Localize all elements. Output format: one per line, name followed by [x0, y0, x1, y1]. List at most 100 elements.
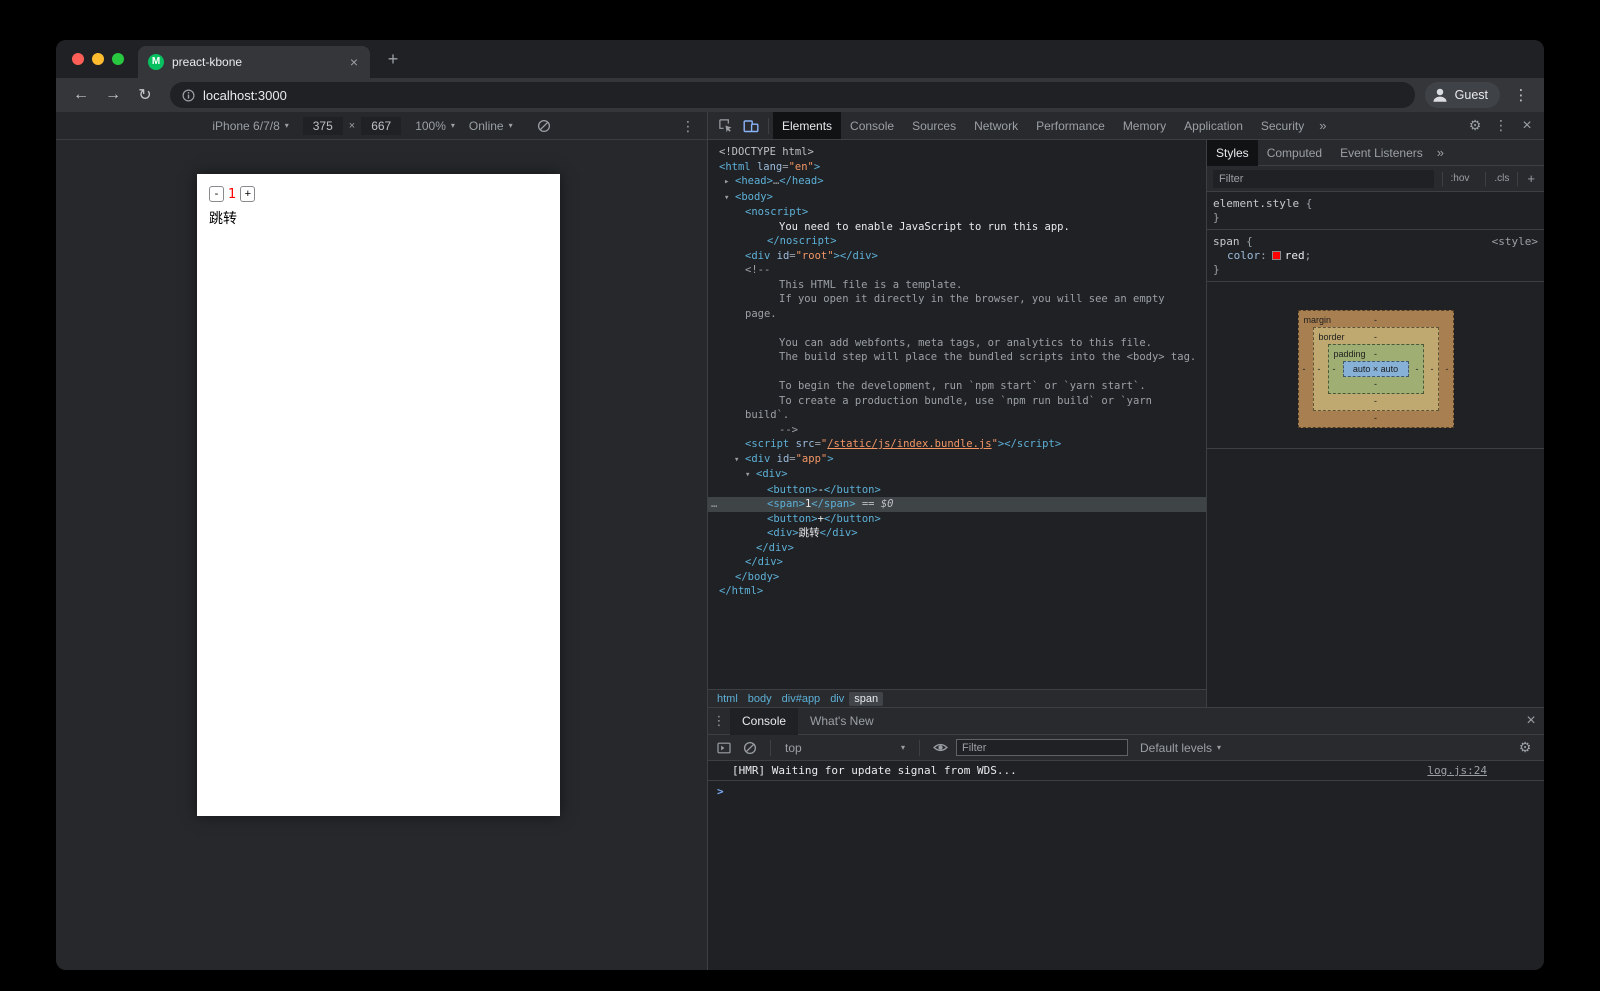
dom-tree-line[interactable]: You need to enable JavaScript to run thi…: [708, 220, 1206, 235]
padding-top-value[interactable]: -: [1374, 347, 1377, 361]
devtools-tab-application[interactable]: Application: [1175, 112, 1252, 139]
more-tabs-icon[interactable]: »: [1313, 118, 1332, 133]
log-source-link[interactable]: log.js:24: [1427, 764, 1544, 777]
viewport-width-input[interactable]: [303, 117, 343, 135]
increment-button[interactable]: +: [240, 186, 255, 202]
console-prompt[interactable]: >: [708, 781, 1544, 801]
device-type-select[interactable]: iPhone 6/7/8 ▾: [212, 119, 288, 133]
devtools-settings-gear-icon[interactable]: ⚙: [1462, 112, 1488, 139]
devtools-menu-icon[interactable]: ⋮: [1488, 112, 1514, 139]
live-expression-eye-icon[interactable]: [930, 734, 950, 761]
border-bottom-value[interactable]: -: [1374, 394, 1377, 408]
tab-close-icon[interactable]: ×: [348, 55, 360, 69]
new-style-rule-button[interactable]: +: [1517, 172, 1544, 186]
dom-tree-line[interactable]: If you open it directly in the browser, …: [708, 292, 1206, 307]
jump-link[interactable]: 跳转: [209, 208, 548, 228]
dom-tree-line[interactable]: -->: [708, 423, 1206, 438]
inspect-element-icon[interactable]: [712, 112, 738, 139]
dom-tree-line[interactable]: <button>-</button>: [708, 483, 1206, 498]
box-model-content[interactable]: auto × auto: [1343, 361, 1409, 377]
breadcrumb-item-div-app[interactable]: div#app: [777, 692, 826, 706]
network-throttle-select[interactable]: Online ▾: [469, 119, 513, 133]
dom-tree-line[interactable]: </html>: [708, 584, 1206, 599]
collapse-arrow-icon[interactable]: ▾: [745, 468, 756, 483]
dom-tree-line[interactable]: <!DOCTYPE html>: [708, 145, 1206, 160]
devtools-tab-sources[interactable]: Sources: [903, 112, 965, 139]
collapse-arrow-icon[interactable]: ▾: [724, 191, 735, 206]
dom-tree-line[interactable]: <div>跳转</div>: [708, 526, 1206, 541]
dom-tree-line-selected[interactable]: …<span>1</span> == $0: [708, 497, 1206, 512]
breadcrumb-item-span[interactable]: span: [849, 692, 883, 706]
device-toolbar-menu-icon[interactable]: ⋮: [681, 112, 695, 140]
drawer-close-icon[interactable]: ×: [1518, 708, 1544, 735]
css-property-name[interactable]: color: [1227, 249, 1260, 262]
toggle-hover-state-button[interactable]: :hov: [1442, 172, 1478, 186]
reload-icon[interactable]: ↻: [130, 81, 160, 109]
browser-menu-icon[interactable]: ⋮: [1508, 82, 1534, 108]
box-model-margin[interactable]: margin - - - - border - - - -: [1298, 310, 1454, 428]
padding-right-value[interactable]: -: [1416, 362, 1419, 376]
dom-tree-line[interactable]: You can add webfonts, meta tags, or anal…: [708, 336, 1206, 351]
new-tab-button[interactable]: +: [380, 46, 406, 72]
padding-left-value[interactable]: -: [1333, 362, 1336, 376]
forward-arrow-icon[interactable]: →: [98, 81, 128, 109]
console-sidebar-toggle-icon[interactable]: [714, 734, 734, 761]
breadcrumb-item-div[interactable]: div: [825, 692, 849, 706]
box-model-padding[interactable]: padding - - - - auto × auto: [1328, 344, 1424, 394]
browser-tab[interactable]: M preact-kbone ×: [138, 46, 370, 78]
rotate-icon[interactable]: [537, 119, 551, 133]
color-swatch[interactable]: [1272, 251, 1281, 260]
dom-tree-line[interactable]: ▸<head>…</head>: [708, 174, 1206, 190]
close-window-button[interactable]: [72, 53, 84, 65]
drawer-tab-what-s-new[interactable]: What's New: [798, 708, 886, 735]
console-settings-gear-icon[interactable]: ⚙: [1512, 734, 1538, 761]
dom-tree-line[interactable]: </div>: [708, 555, 1206, 570]
collapse-arrow-icon[interactable]: ▾: [734, 453, 745, 468]
devtools-tab-elements[interactable]: Elements: [773, 112, 841, 139]
padding-bottom-value[interactable]: -: [1374, 377, 1377, 391]
devtools-tab-console[interactable]: Console: [841, 112, 903, 139]
expand-arrow-icon[interactable]: ▸: [724, 175, 735, 190]
dom-tree-line[interactable]: <div id="root"></div>: [708, 249, 1206, 264]
decrement-button[interactable]: -: [209, 186, 224, 202]
style-rule-element[interactable]: element.style { }: [1207, 192, 1544, 230]
zoom-window-button[interactable]: [112, 53, 124, 65]
dom-tree-line[interactable]: <!--: [708, 263, 1206, 278]
dom-tree-line[interactable]: page.: [708, 307, 1206, 322]
dom-tree-line[interactable]: ▾<body>: [708, 190, 1206, 206]
styles-filter-input[interactable]: [1213, 170, 1434, 188]
dom-tree-line[interactable]: ▾<div id="app">: [708, 452, 1206, 468]
execution-context-select[interactable]: top ▾: [781, 741, 909, 755]
console-filter-input[interactable]: [956, 739, 1128, 756]
log-levels-select[interactable]: Default levels ▾: [1134, 741, 1227, 755]
css-property-value[interactable]: red: [1285, 249, 1305, 262]
breadcrumb-item-html[interactable]: html: [712, 692, 743, 706]
device-toolbar-toggle-icon[interactable]: [738, 112, 764, 139]
info-icon[interactable]: [182, 89, 195, 102]
devtools-tab-performance[interactable]: Performance: [1027, 112, 1114, 139]
dom-tree-line[interactable]: The build step will place the bundled sc…: [708, 350, 1206, 365]
margin-top-value[interactable]: -: [1374, 313, 1377, 327]
margin-right-value[interactable]: -: [1446, 362, 1449, 376]
box-model-border[interactable]: border - - - - padding - - -: [1313, 327, 1439, 411]
dom-tree-line[interactable]: [708, 365, 1206, 380]
dom-tree-line[interactable]: <script src="/static/js/index.bundle.js"…: [708, 437, 1206, 452]
clear-console-icon[interactable]: [740, 734, 760, 761]
dom-tree-line[interactable]: To create a production bundle, use `npm …: [708, 394, 1206, 409]
more-sidebar-tabs-icon[interactable]: »: [1432, 145, 1449, 160]
dom-tree-line[interactable]: This HTML file is a template.: [708, 278, 1206, 293]
drawer-menu-icon[interactable]: ⋮: [708, 713, 730, 729]
dom-tree-line[interactable]: build`.: [708, 408, 1206, 423]
border-top-value[interactable]: -: [1374, 330, 1377, 344]
devtools-tab-memory[interactable]: Memory: [1114, 112, 1175, 139]
profile-button[interactable]: Guest: [1425, 82, 1500, 108]
back-arrow-icon[interactable]: ←: [66, 81, 96, 109]
border-left-value[interactable]: -: [1318, 362, 1321, 376]
dom-tree-line[interactable]: <html lang="en">: [708, 160, 1206, 175]
dom-tree-line[interactable]: ▾<div>: [708, 467, 1206, 483]
devtools-close-icon[interactable]: ×: [1514, 112, 1540, 139]
sidebar-tab-computed[interactable]: Computed: [1258, 140, 1331, 166]
margin-left-value[interactable]: -: [1303, 362, 1306, 376]
address-bar[interactable]: localhost:3000: [170, 82, 1415, 108]
dom-tree-line[interactable]: </div>: [708, 541, 1206, 556]
